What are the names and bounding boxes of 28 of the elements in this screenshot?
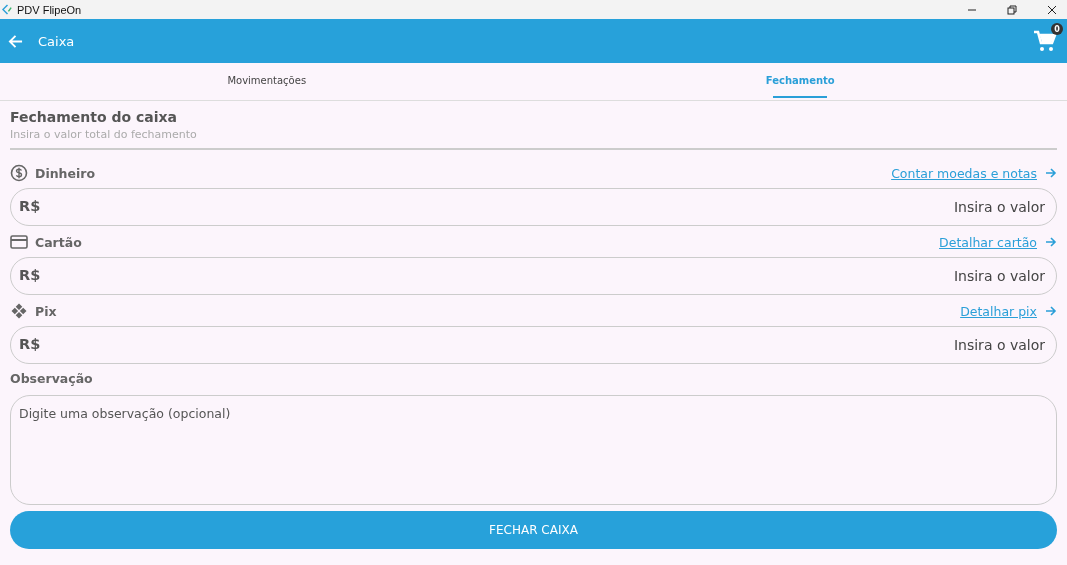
detail-link[interactable]: Contar moedas e notas <box>891 165 1037 181</box>
close-register-button[interactable]: FECHAR CAIXA <box>10 511 1057 549</box>
credit-card-icon <box>10 233 28 251</box>
detail-link[interactable]: Detalhar pix <box>960 303 1037 319</box>
payment-label: Cartão <box>35 234 82 250</box>
currency-prefix: R$ <box>19 336 41 353</box>
close-icon[interactable] <box>1047 4 1057 15</box>
section-title: Fechamento do caixa <box>10 109 178 125</box>
arrow-right-icon[interactable] <box>1045 305 1057 317</box>
page-title: Caixa <box>38 33 75 49</box>
arrow-right-icon[interactable] <box>1045 167 1057 179</box>
arrow-right-icon[interactable] <box>1045 236 1057 248</box>
cart-count-badge: 0 <box>1051 23 1063 35</box>
payment-label: Dinheiro <box>35 165 95 181</box>
note-label: Observação <box>10 371 94 388</box>
back-arrow-icon[interactable] <box>8 33 23 49</box>
diamond-icon <box>10 302 28 320</box>
currency-prefix: R$ <box>19 198 41 215</box>
restore-icon[interactable] <box>1007 4 1017 15</box>
window-title: PDV FlipeOn <box>17 3 82 16</box>
currency-prefix: R$ <box>19 267 41 284</box>
tab[interactable]: Movimentações <box>0 63 534 100</box>
note-text-area[interactable]: Digite uma observação (opcional) <box>10 395 1057 505</box>
detail-link[interactable]: Detalhar cartão <box>939 234 1037 250</box>
payment-label: Pix <box>35 303 57 319</box>
dollar-coin-icon <box>10 164 28 182</box>
app-logo-icon <box>2 4 13 15</box>
section-subtitle: Insira o valor total do fechamento <box>10 128 198 141</box>
